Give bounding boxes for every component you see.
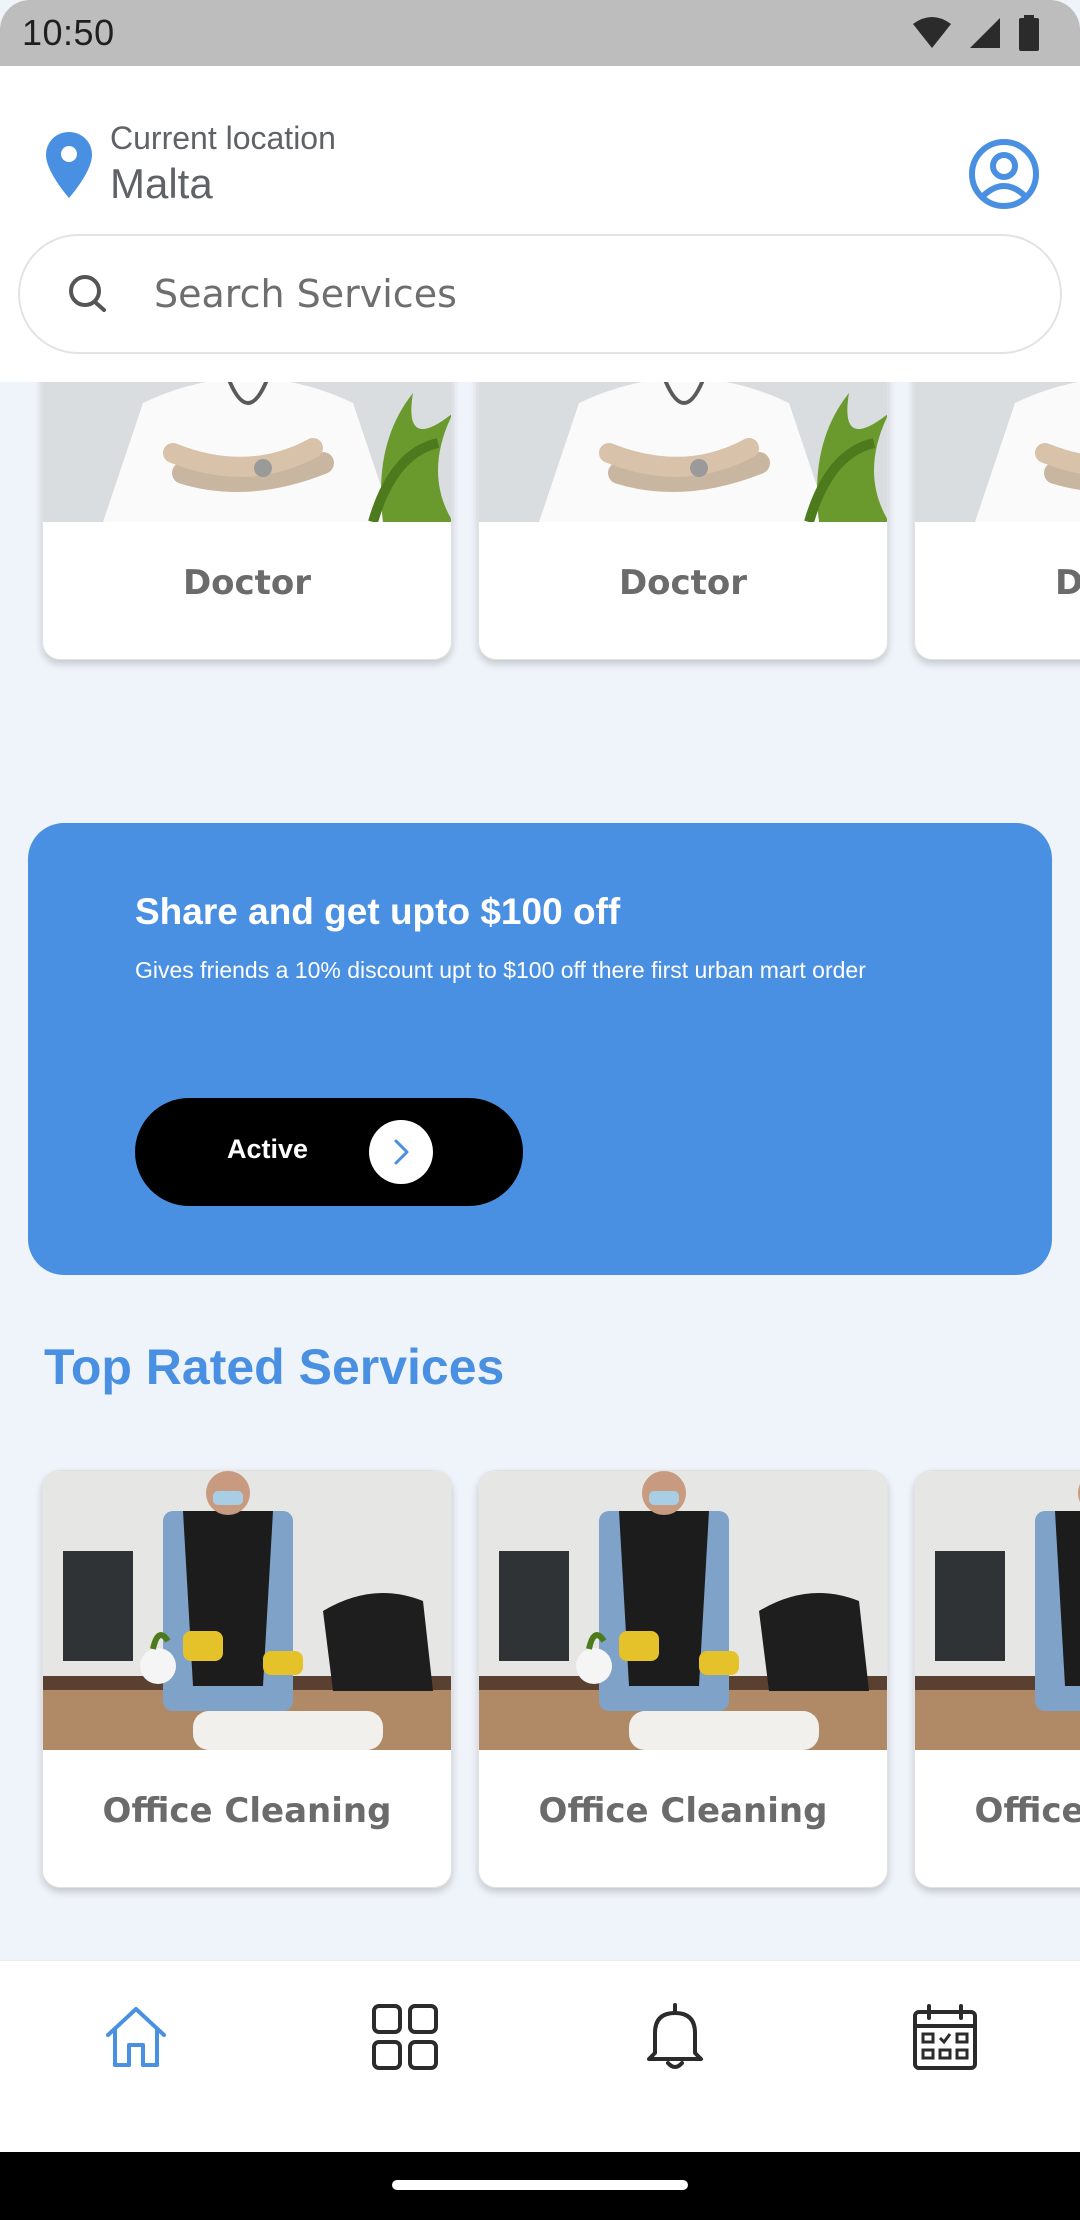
bottom-nav <box>0 1960 1080 2152</box>
promo-description: Gives friends a 10% discount upt to $100… <box>135 957 866 983</box>
arrow-circle <box>369 1120 433 1184</box>
search-bar[interactable] <box>18 234 1062 354</box>
service-label: Office Cleaning <box>102 1791 392 1831</box>
service-card[interactable]: Office Cleaning <box>42 1470 452 1888</box>
location-pin-icon[interactable] <box>44 130 94 200</box>
status-time: 10:50 <box>22 12 115 53</box>
active-button-label: Active <box>227 1134 309 1164</box>
grid-icon <box>372 2004 438 2070</box>
status-bar: 10:50 <box>0 0 1080 66</box>
service-card[interactable]: Office Cleaning <box>914 1470 1080 1888</box>
service-label: Office Cleaning <box>974 1791 1080 1831</box>
promo-banner: Share and get upto $100 off Gives friend… <box>28 823 1052 1275</box>
chevron-right-icon <box>394 1139 409 1165</box>
category-card[interactable]: Doctor <box>914 382 1080 660</box>
search-icon <box>69 275 106 312</box>
category-card[interactable]: Doctor <box>478 382 888 660</box>
home-gesture-handle[interactable] <box>392 2180 688 2190</box>
signal-icon <box>970 18 1000 48</box>
nav-bookings[interactable] <box>905 1997 985 2077</box>
calendar-icon <box>913 2004 977 2070</box>
promo-title: Share and get upto $100 off <box>135 891 621 932</box>
nav-notifications[interactable] <box>635 1997 715 2077</box>
top-rated-row: Office Cleaning Office Cleaning Office <box>0 1460 1080 1900</box>
status-icons <box>912 15 1040 51</box>
wifi-icon <box>913 17 951 48</box>
section-title: Top Rated Services <box>44 1339 505 1395</box>
nav-categories[interactable] <box>365 1997 445 2077</box>
category-row: Doctor Doctor <box>0 382 1080 682</box>
category-label: Doctor <box>618 563 748 603</box>
doctor-image <box>915 382 1080 522</box>
home-icon <box>106 2007 166 2067</box>
office-cleaning-image <box>43 1471 451 1750</box>
header: Current location Malta <box>0 66 1080 382</box>
category-label: Doctor <box>182 563 312 603</box>
doctor-image <box>479 382 887 522</box>
bell-icon <box>647 2003 703 2069</box>
battery-icon <box>1019 15 1039 51</box>
service-label: Office Cleaning <box>538 1791 828 1831</box>
screen: 10:50 Current location Malta Search Serv… <box>0 0 1080 2220</box>
search-input[interactable] <box>154 272 954 316</box>
nav-home[interactable] <box>96 1997 176 2077</box>
location-value[interactable]: Malta <box>110 160 213 208</box>
office-cleaning-image <box>479 1471 887 1750</box>
service-card[interactable]: Office Cleaning <box>478 1470 888 1888</box>
doctor-image <box>43 382 451 522</box>
profile-icon[interactable] <box>968 138 1040 210</box>
active-button[interactable]: Active <box>135 1098 523 1206</box>
office-cleaning-image <box>915 1471 1080 1750</box>
category-card[interactable]: Doctor <box>42 382 452 660</box>
system-navigation-bar <box>0 2152 1080 2220</box>
location-label: Current location <box>110 120 336 156</box>
category-label: Doctor <box>915 563 1080 603</box>
